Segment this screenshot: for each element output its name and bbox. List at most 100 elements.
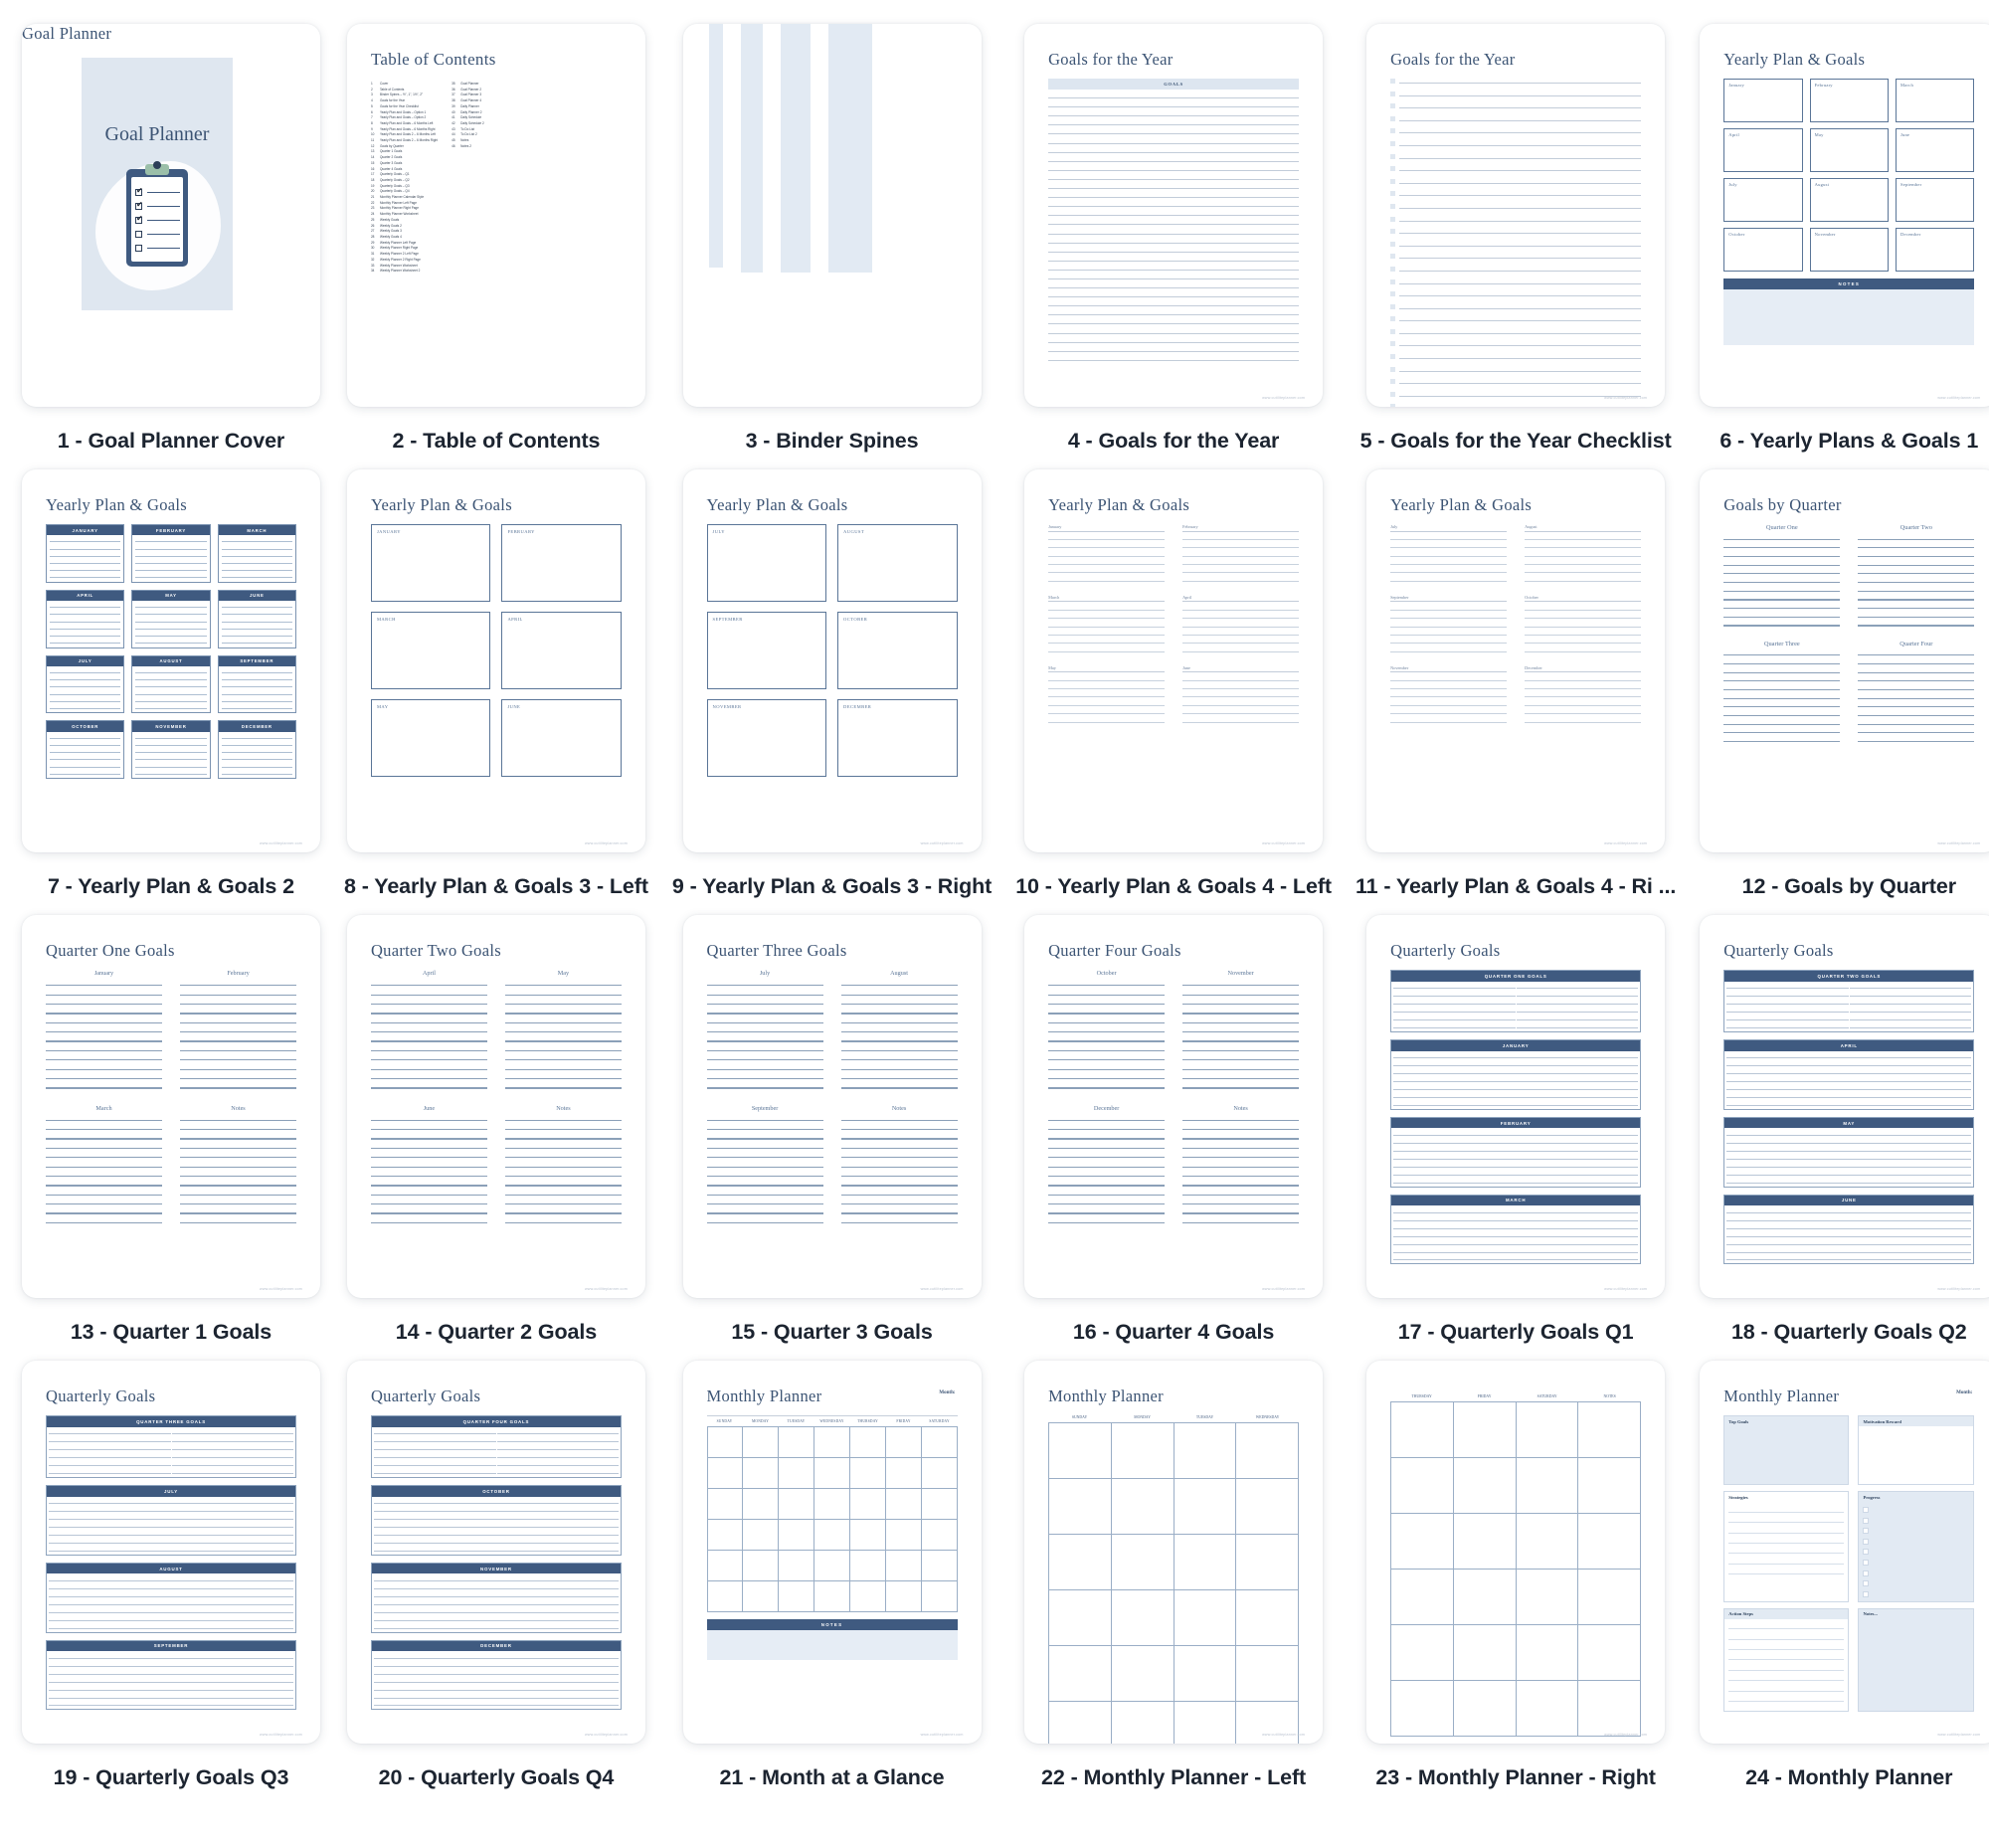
calendar-cell[interactable] [1391, 1458, 1454, 1514]
calendar-cell[interactable] [707, 1458, 744, 1489]
calendar-cell[interactable] [1453, 1681, 1517, 1737]
calendar-cell[interactable] [1391, 1681, 1454, 1737]
calendar-cell[interactable] [849, 1520, 886, 1551]
checkbox-icon[interactable] [1863, 1517, 1870, 1524]
calendar-cell[interactable] [1578, 1570, 1642, 1625]
planner-card-24[interactable]: Monthly Planner Month: Top Goals Motivation… [1700, 1361, 1989, 1744]
calendar-cell[interactable] [1453, 1458, 1517, 1514]
calendar-cell[interactable] [849, 1427, 886, 1458]
calendar-cell[interactable] [779, 1581, 815, 1612]
calendar-cell[interactable] [1174, 1479, 1237, 1535]
calendar-cell[interactable] [1578, 1458, 1642, 1514]
calendar-cell[interactable] [1049, 1702, 1112, 1744]
planner-card-16[interactable]: Quarter Four Goals October November Decembe… [1024, 915, 1324, 1298]
calendar-cell[interactable] [1391, 1402, 1454, 1458]
checkbox-icon[interactable] [1863, 1590, 1870, 1597]
calendar-cell[interactable] [707, 1489, 744, 1520]
checkbox-icon[interactable] [1863, 1506, 1870, 1513]
calendar-cell[interactable] [885, 1551, 922, 1581]
checkbox-icon[interactable] [1863, 1570, 1870, 1576]
calendar-cell[interactable] [1516, 1570, 1579, 1625]
calendar-cell[interactable] [779, 1520, 815, 1551]
planner-card-15[interactable]: Quarter Three Goals July August September No… [682, 915, 982, 1298]
calendar-cell[interactable] [849, 1489, 886, 1520]
planner-card-14[interactable]: Quarter Two Goals April May June Notes www.cu… [346, 915, 645, 1298]
calendar-cell[interactable] [1578, 1681, 1642, 1737]
calendar-cell[interactable] [849, 1551, 886, 1581]
calendar-cell[interactable] [743, 1520, 780, 1551]
planner-card-2[interactable]: Table of Contents 1 Cover 2 Table of Content… [346, 24, 645, 407]
planner-card-22[interactable]: Monthly Planner SUNDAY MONDAY TUESDAY WEDNES… [1024, 1361, 1324, 1744]
calendar-cell[interactable] [779, 1489, 815, 1520]
calendar-cell[interactable] [743, 1581, 780, 1612]
calendar-cell[interactable] [743, 1551, 780, 1581]
calendar-cell[interactable] [885, 1520, 922, 1551]
calendar-cell[interactable] [1391, 1514, 1454, 1570]
notes-fill[interactable] [1859, 1619, 1973, 1711]
calendar-cell[interactable] [1516, 1681, 1579, 1737]
calendar-cell[interactable] [1049, 1590, 1112, 1646]
planner-card-17[interactable]: Quarterly Goals QUARTER ONE GOALS JANUARY F… [1366, 915, 1666, 1298]
calendar-cell[interactable] [1516, 1625, 1579, 1681]
planner-card-10[interactable]: Yearly Plan & Goals January February Marc… [1024, 469, 1324, 852]
checkbox-icon[interactable] [1863, 1538, 1870, 1545]
planner-card-23[interactable]: THURSDAY FRIDAY SATURDAY NOTES www.cutilitep… [1366, 1361, 1666, 1744]
calendar-cell[interactable] [707, 1520, 744, 1551]
planner-card-4[interactable]: Goals for the Year GOALS www.cutiliteplann… [1024, 24, 1324, 407]
calendar-cell[interactable] [1174, 1535, 1237, 1590]
calendar-cell[interactable] [1236, 1702, 1300, 1744]
planner-card-12[interactable]: Goals by Quarter Quarter One Quarter Two Qu… [1700, 469, 1989, 852]
calendar-cell[interactable] [1111, 1479, 1175, 1535]
calendar-cell[interactable] [885, 1581, 922, 1612]
calendar-cell[interactable] [1516, 1514, 1579, 1570]
planner-card-5[interactable]: Goals for the Year www.cutiliteplanner.co… [1366, 24, 1666, 407]
motivation-fill[interactable] [1859, 1426, 1973, 1484]
planner-card-7[interactable]: Yearly Plan & Goals JANUARY FEBRUARY MARCH A… [22, 469, 320, 852]
calendar-cell[interactable] [849, 1458, 886, 1489]
checkbox-icon[interactable] [1863, 1528, 1870, 1535]
calendar-cell[interactable] [1112, 1702, 1175, 1744]
calendar-cell[interactable] [1049, 1535, 1112, 1590]
calendar-cell[interactable] [885, 1458, 922, 1489]
calendar-cell[interactable] [1236, 1590, 1300, 1646]
calendar-cell[interactable] [921, 1458, 958, 1489]
calendar-cell[interactable] [743, 1458, 780, 1489]
calendar-cell[interactable] [1236, 1535, 1300, 1590]
calendar-cell[interactable] [779, 1427, 815, 1458]
calendar-cell[interactable] [1453, 1402, 1517, 1458]
calendar-cell[interactable] [921, 1581, 958, 1612]
calendar-cell[interactable] [1516, 1458, 1579, 1514]
top-goals-fill[interactable] [1724, 1426, 1849, 1479]
planner-card-13[interactable]: Quarter One Goals January February March Not… [22, 915, 320, 1298]
calendar-cell[interactable] [743, 1427, 780, 1458]
calendar-cell[interactable] [1111, 1423, 1175, 1479]
calendar-cell[interactable] [814, 1551, 850, 1581]
calendar-cell[interactable] [1516, 1402, 1579, 1458]
planner-card-6[interactable]: Yearly Plan & Goals January February March A… [1700, 24, 1989, 407]
calendar-cell[interactable] [1111, 1646, 1175, 1702]
calendar-cell[interactable] [1391, 1570, 1454, 1625]
planner-card-3[interactable] [682, 24, 982, 407]
calendar-cell[interactable] [885, 1427, 922, 1458]
calendar-cell[interactable] [1391, 1625, 1454, 1681]
calendar-cell[interactable] [1111, 1535, 1175, 1590]
calendar-cell[interactable] [1453, 1570, 1517, 1625]
calendar-cell[interactable] [779, 1551, 815, 1581]
calendar-cell[interactable] [921, 1489, 958, 1520]
calendar-cell[interactable] [921, 1427, 958, 1458]
calendar-cell[interactable] [1049, 1646, 1112, 1702]
checkbox-icon[interactable] [1863, 1559, 1870, 1566]
calendar-cell[interactable] [814, 1489, 850, 1520]
calendar-cell[interactable] [707, 1551, 744, 1581]
calendar-cell[interactable] [1236, 1646, 1300, 1702]
calendar-cell[interactable] [814, 1427, 850, 1458]
checkbox-icon[interactable] [1863, 1580, 1870, 1587]
calendar-cell[interactable] [885, 1489, 922, 1520]
calendar-cell[interactable] [921, 1551, 958, 1581]
planner-card-18[interactable]: Quarterly Goals QUARTER TWO GOALS APRIL MAY… [1700, 915, 1989, 1298]
calendar-cell[interactable] [814, 1581, 850, 1612]
calendar-cell[interactable] [1049, 1479, 1112, 1535]
planner-card-8[interactable]: Yearly Plan & Goals JANUARY FEBRUARY MARCH A… [346, 469, 645, 852]
calendar-cell[interactable] [1174, 1590, 1237, 1646]
planner-card-21[interactable]: Monthly Planner Month: SUNDAY MONDAY TUESDAY… [682, 1361, 982, 1744]
